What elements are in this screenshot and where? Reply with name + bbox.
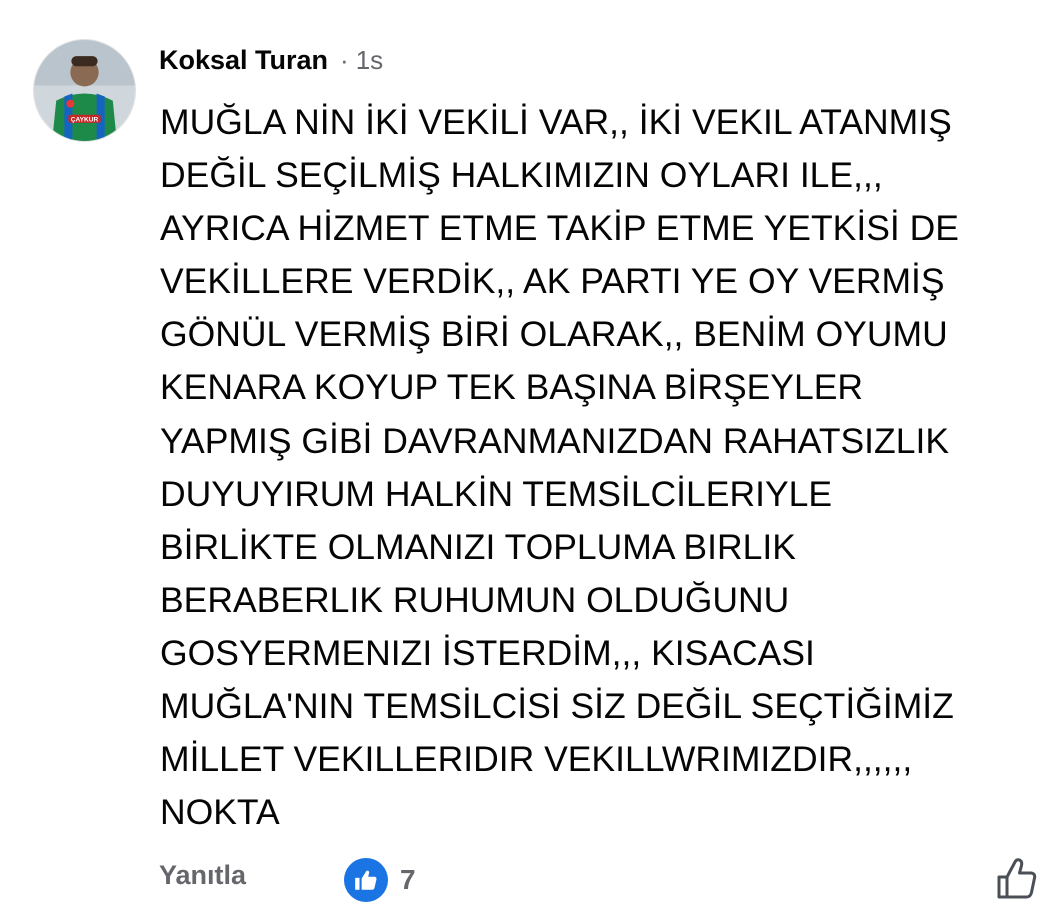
comment-timestamp[interactable]: 1s	[356, 45, 383, 76]
thumbs-up-outline-icon[interactable]	[996, 855, 1038, 901]
comment-body: MUĞLA NİN İKİ VEKİLİ VAR,, İKİ VEKIL ATA…	[160, 96, 1040, 839]
comment-line: GÖNÜL VERMİŞ BİRİ OLARAK,, BENİM OYUMU	[160, 314, 948, 355]
comment-line: YAPMIŞ GİBİ DAVRANMANIZDAN RAHATSIZLIK	[160, 420, 950, 461]
like-thumb-glyph	[355, 870, 377, 890]
comment-line: DEĞİL SEÇİLMİŞ HALKIMIZIN OYLARI ILE,,,	[160, 155, 883, 196]
comment-line: GOSYERMENIZI İSTERDİM,,, KISACASI	[160, 632, 815, 673]
comment-line: BERABERLIK RUHUMUN OLDUĞUNU	[160, 579, 790, 620]
meta-separator: ·	[340, 44, 349, 75]
reaction-summary[interactable]: 7	[344, 858, 416, 902]
comment-line: MUĞLA'NIN TEMSİLCİSİ SİZ DEĞİL SEÇTİĞİMİ…	[160, 686, 954, 727]
comment-line: VEKİLLERE VERDİK,, AK PARTI YE OY VERMİŞ	[160, 261, 945, 302]
author-name[interactable]: Koksal Turan	[159, 45, 328, 76]
comment-line: BİRLİKTE OLMANIZI TOPLUMA BIRLIK	[160, 526, 796, 567]
comment-line: KENARA KOYUP TEK BAŞINA BİRŞEYLER	[160, 367, 864, 408]
like-icon	[344, 858, 388, 902]
like-action-glyph	[997, 858, 1037, 899]
comment-line: AYRICA HİZMET ETME TAKİP ETME YETKİSİ DE	[160, 208, 959, 249]
comment-line: NOKTA	[160, 792, 280, 833]
avatar-photo: ÇAYKUR	[34, 40, 135, 141]
avatar[interactable]: ÇAYKUR	[33, 39, 136, 142]
comment-line: MUĞLA NİN İKİ VEKİLİ VAR,, İKİ VEKIL ATA…	[160, 102, 952, 142]
like-count: 7	[400, 864, 416, 895]
reply-button[interactable]: Yanıtla	[159, 860, 246, 891]
comment-line: DUYUYIRUM HALKİN TEMSİLCİLERIYLE	[160, 473, 833, 514]
comment-line: MİLLET VEKILLERIDIR VEKILLWRIMIZDIR,,,,,…	[160, 739, 913, 780]
comment-header: Koksal Turan · 1s	[159, 40, 383, 80]
avatar-shirt-text: ÇAYKUR	[71, 116, 99, 123]
